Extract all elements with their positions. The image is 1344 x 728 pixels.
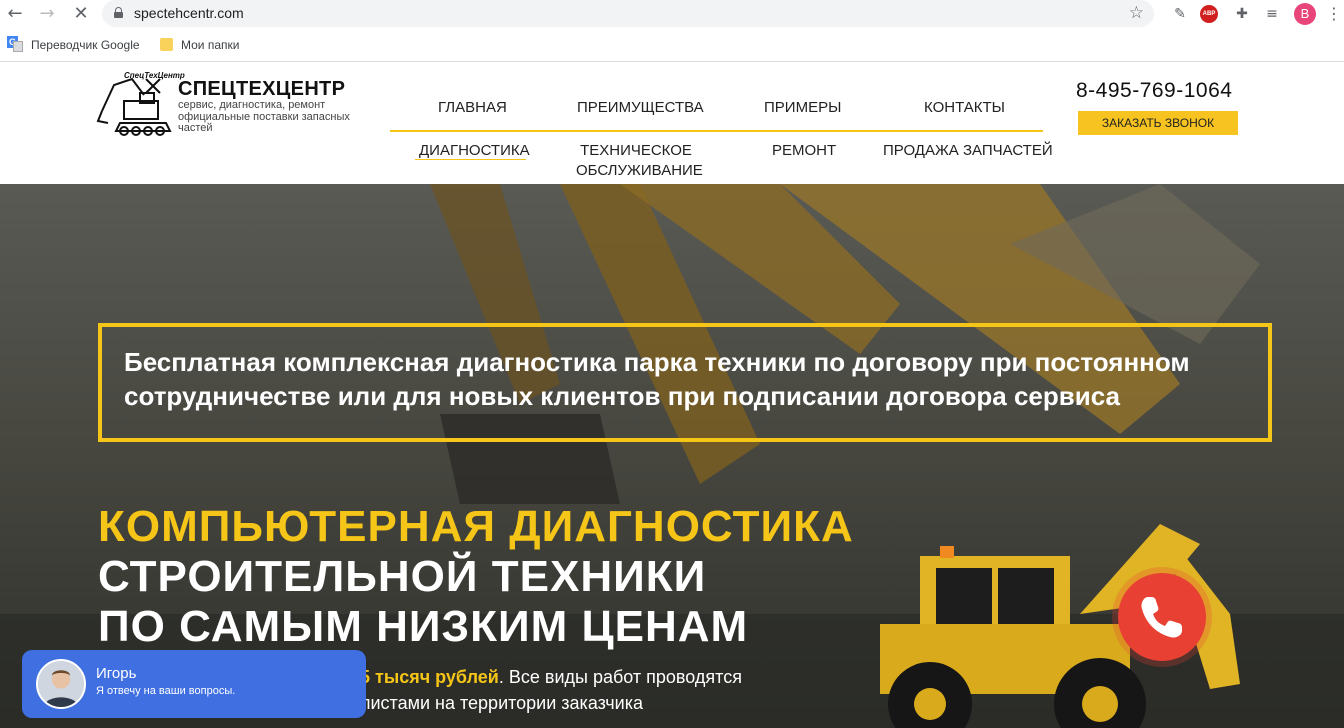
nav-spare-parts[interactable]: ПРОДАЖА ЗАПЧАСТЕЙ bbox=[883, 141, 1053, 161]
nav-contacts[interactable]: КОНТАКТЫ bbox=[924, 99, 1005, 116]
operator-name: Игорь bbox=[96, 665, 137, 682]
logo-small-text: СпецТехЦентр bbox=[124, 71, 185, 80]
url-text[interactable]: spectehcentr.com bbox=[134, 5, 244, 21]
puzzle-extensions-icon[interactable]: ✚ bbox=[1232, 4, 1252, 24]
adblock-icon[interactable]: ABP bbox=[1200, 5, 1218, 23]
address-bar[interactable]: spectehcentr.com ☆ bbox=[102, 0, 1154, 27]
bookmark-my-folders[interactable]: Мои папки bbox=[181, 38, 239, 52]
active-underline bbox=[415, 159, 526, 160]
excavator-logo-icon[interactable] bbox=[96, 71, 176, 139]
profile-avatar[interactable]: B bbox=[1294, 3, 1316, 25]
hero-section: Бесплатная комплексная диагностика парка… bbox=[0, 184, 1344, 728]
site-header: СпецТехЦентр СПЕЦТЕХЦЕНТР сервис, диагно… bbox=[0, 63, 1344, 184]
nav-maintenance[interactable]: ТЕХНИЧЕСКОЕ ОБСЛУЖИВАНИЕ bbox=[576, 141, 703, 181]
headline-yellow: КОМПЬЮТЕРНАЯ ДИАГНОСТИКА bbox=[98, 502, 854, 551]
google-translate-icon: G bbox=[7, 36, 23, 52]
bookmark-google-translate[interactable]: Переводчик Google bbox=[31, 38, 140, 52]
desc-rest: . Все виды работ проводятся bbox=[498, 667, 742, 687]
nav-diagnostics[interactable]: ДИАГНОСТИКА bbox=[419, 141, 530, 161]
headline-white-1: СТРОИТЕЛЬНОЙ ТЕХНИКИ bbox=[98, 552, 707, 601]
chat-widget[interactable]: Игорь Я отвечу на ваши вопросы. bbox=[22, 650, 366, 718]
back-icon[interactable]: ← bbox=[4, 4, 26, 24]
folder-icon bbox=[160, 38, 173, 51]
bookmark-star-icon[interactable]: ☆ bbox=[1129, 3, 1144, 23]
stop-loading-icon[interactable]: ✕ bbox=[70, 4, 92, 24]
pen-extension-icon[interactable]: ✎ bbox=[1170, 4, 1190, 24]
nav-advantages[interactable]: ПРЕИМУЩЕСТВА bbox=[577, 99, 704, 116]
phone-icon bbox=[1141, 597, 1182, 638]
desc-line2: листами на территории заказчика bbox=[360, 693, 644, 713]
forward-icon[interactable]: → bbox=[36, 4, 58, 24]
nav-repair[interactable]: РЕМОНТ bbox=[772, 141, 836, 161]
phone-number[interactable]: 8-495-769-1064 bbox=[1076, 79, 1232, 103]
nav-examples[interactable]: ПРИМЕРЫ bbox=[764, 99, 841, 116]
hero-description: 5 тысяч рублей. Все виды работ проводятс… bbox=[360, 664, 780, 716]
logo-subtitle: сервис, диагностика, ремонт официальные … bbox=[178, 99, 350, 134]
browser-toolbar: ← → ✕ spectehcentr.com ☆ ✎ ABP ✚ ≡ B ⋮ bbox=[0, 0, 1344, 28]
order-call-button[interactable]: ЗАКАЗАТЬ ЗВОНОК bbox=[1078, 111, 1238, 135]
media-control-icon[interactable]: ≡ bbox=[1262, 4, 1282, 24]
operator-avatar bbox=[36, 659, 86, 709]
browser-menu-icon[interactable]: ⋮ bbox=[1326, 4, 1342, 23]
promo-text: Бесплатная комплексная диагностика парка… bbox=[124, 347, 1190, 411]
price-highlight: 5 тысяч рублей bbox=[360, 667, 499, 687]
promo-banner: Бесплатная комплексная диагностика парка… bbox=[98, 323, 1272, 442]
lock-icon bbox=[114, 7, 123, 18]
menu-divider bbox=[390, 130, 1043, 132]
operator-message: Я отвечу на ваши вопросы. bbox=[96, 685, 236, 697]
headline-white-2: ПО САМЫМ НИЗКИМ ЦЕНАМ bbox=[98, 602, 749, 651]
logo-title[interactable]: СПЕЦТЕХЦЕНТР bbox=[178, 78, 345, 101]
nav-home[interactable]: ГЛАВНАЯ bbox=[438, 99, 507, 116]
callback-widget-button[interactable] bbox=[1118, 573, 1206, 661]
